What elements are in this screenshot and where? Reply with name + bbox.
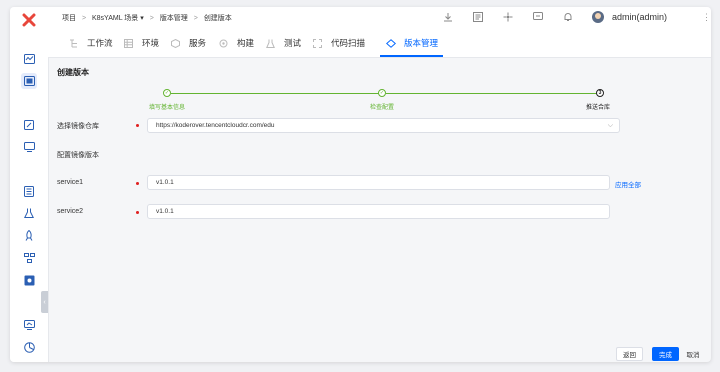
tab-workflow[interactable]: 工作流 xyxy=(68,29,113,57)
download-icon[interactable] xyxy=(443,12,453,22)
build-icon xyxy=(218,38,229,49)
integration-icon[interactable] xyxy=(503,12,513,22)
tab-label: 构建 xyxy=(237,38,255,48)
breadcrumb-current: 创建版本 xyxy=(203,15,232,22)
breadcrumb-project-label: K8sYAML 场景 xyxy=(92,15,139,22)
registry-select[interactable]: https://koderover.tencentcloudcr.com/edu… xyxy=(147,118,620,133)
tab-label: 版本管理 xyxy=(404,38,439,48)
bell-icon[interactable] xyxy=(563,12,573,22)
step-2-check-icon: ✓ xyxy=(378,89,386,97)
tab-test[interactable]: 测试 xyxy=(265,29,301,57)
tab-bar: 工作流 环境 服务 构建 测试 代码扫描 版本管理 xyxy=(48,29,711,58)
service-version-value: v1.0.1 xyxy=(156,179,174,186)
back-button[interactable]: 返回 xyxy=(616,347,643,361)
cancel-button[interactable]: 取消 xyxy=(681,347,705,361)
apply-all-link[interactable]: 应用全部 xyxy=(615,179,641,189)
step-1-check-icon: ✓ xyxy=(163,89,171,97)
list-icon[interactable] xyxy=(21,183,37,199)
sidebar: ‹ xyxy=(10,7,49,362)
main-content: 创建版本 ✓ ✓ 3 填写基本信息 检查配置 推送合库 选择镜像仓库 https… xyxy=(48,58,711,362)
required-marker xyxy=(136,211,139,214)
screen-icon[interactable] xyxy=(21,317,37,333)
step-1-label: 填写基本信息 xyxy=(149,105,186,111)
workflow-icon xyxy=(68,38,79,49)
nodes-icon[interactable] xyxy=(21,250,37,266)
logo-icon[interactable] xyxy=(22,13,36,27)
step-connector xyxy=(171,93,382,94)
top-bar: 项目 > K8sYAML 场景 ▾ > 版本管理 > 创建版本 admin(adm… xyxy=(48,7,711,30)
tab-label: 工作流 xyxy=(87,38,113,48)
app-window: ‹ 项目 > K8sYAML 场景 ▾ > 版本管理 > 创建版本 admin(a… xyxy=(10,7,711,362)
user-menu[interactable]: admin(admin) xyxy=(592,11,667,23)
rocket-icon[interactable] xyxy=(21,227,37,243)
breadcrumb-version-management[interactable]: 版本管理 xyxy=(160,15,188,22)
pie-icon[interactable] xyxy=(21,339,37,355)
tab-service[interactable]: 服务 xyxy=(170,29,206,57)
required-marker xyxy=(136,182,139,185)
more-icon[interactable]: ⋮ xyxy=(702,12,711,23)
tab-code-scan[interactable]: 代码扫描 xyxy=(312,29,365,57)
done-button[interactable]: 完成 xyxy=(652,347,679,361)
breadcrumb-projects[interactable]: 项目 xyxy=(62,15,76,22)
dashboard-icon[interactable] xyxy=(21,51,37,67)
step-3-indicator: 3 xyxy=(596,89,604,97)
service-version-value: v1.0.1 xyxy=(156,208,174,215)
chevron-down-icon: ⌵ xyxy=(607,122,613,129)
page-title: 创建版本 xyxy=(57,68,89,77)
document-icon[interactable] xyxy=(473,12,483,22)
step-2-label: 检查配置 xyxy=(370,105,395,111)
version-icon xyxy=(385,38,396,49)
tab-label: 环境 xyxy=(142,38,160,48)
chevron-down-icon: ▾ xyxy=(140,15,144,22)
registry-label: 选择镜像仓库 xyxy=(57,123,99,130)
step-connector xyxy=(386,93,597,94)
breadcrumb-separator: > xyxy=(149,15,154,22)
section-label: 配置镜像版本 xyxy=(57,152,99,159)
plugin-icon[interactable] xyxy=(21,272,37,288)
monitor-icon[interactable] xyxy=(21,139,37,155)
flask-icon[interactable] xyxy=(21,205,37,221)
projects-icon[interactable] xyxy=(21,73,37,89)
test-icon xyxy=(265,38,276,49)
service-icon xyxy=(170,38,181,49)
chat-icon[interactable] xyxy=(533,12,543,22)
scan-icon xyxy=(312,38,323,49)
tab-label: 代码扫描 xyxy=(331,38,366,48)
breadcrumb-project[interactable]: K8sYAML 场景 ▾ xyxy=(92,15,144,22)
service-name: service2 xyxy=(57,208,84,215)
edit-icon[interactable] xyxy=(21,117,37,133)
collapse-chevron-icon: ‹ xyxy=(43,298,46,306)
tab-label: 测试 xyxy=(284,38,302,48)
breadcrumb: 项目 > K8sYAML 场景 ▾ > 版本管理 > 创建版本 xyxy=(62,13,236,23)
tab-version-management[interactable]: 版本管理 xyxy=(379,29,444,57)
environment-icon xyxy=(123,38,134,49)
avatar xyxy=(592,11,604,23)
service2-version-input[interactable]: v1.0.1 xyxy=(147,204,610,219)
breadcrumb-separator: > xyxy=(193,15,198,22)
registry-value: https://koderover.tencentcloudcr.com/edu xyxy=(156,122,275,129)
step-3-label: 推送合库 xyxy=(586,105,611,111)
tab-build[interactable]: 构建 xyxy=(218,29,254,57)
tab-environment[interactable]: 环境 xyxy=(123,29,159,57)
tab-label: 服务 xyxy=(189,38,207,48)
required-marker xyxy=(136,124,139,127)
breadcrumb-separator: > xyxy=(81,15,87,22)
sidebar-collapse-handle[interactable]: ‹ xyxy=(41,291,48,313)
user-name: admin(admin) xyxy=(612,12,668,22)
service1-version-input[interactable]: v1.0.1 xyxy=(147,175,610,190)
service-name: service1 xyxy=(57,179,84,186)
